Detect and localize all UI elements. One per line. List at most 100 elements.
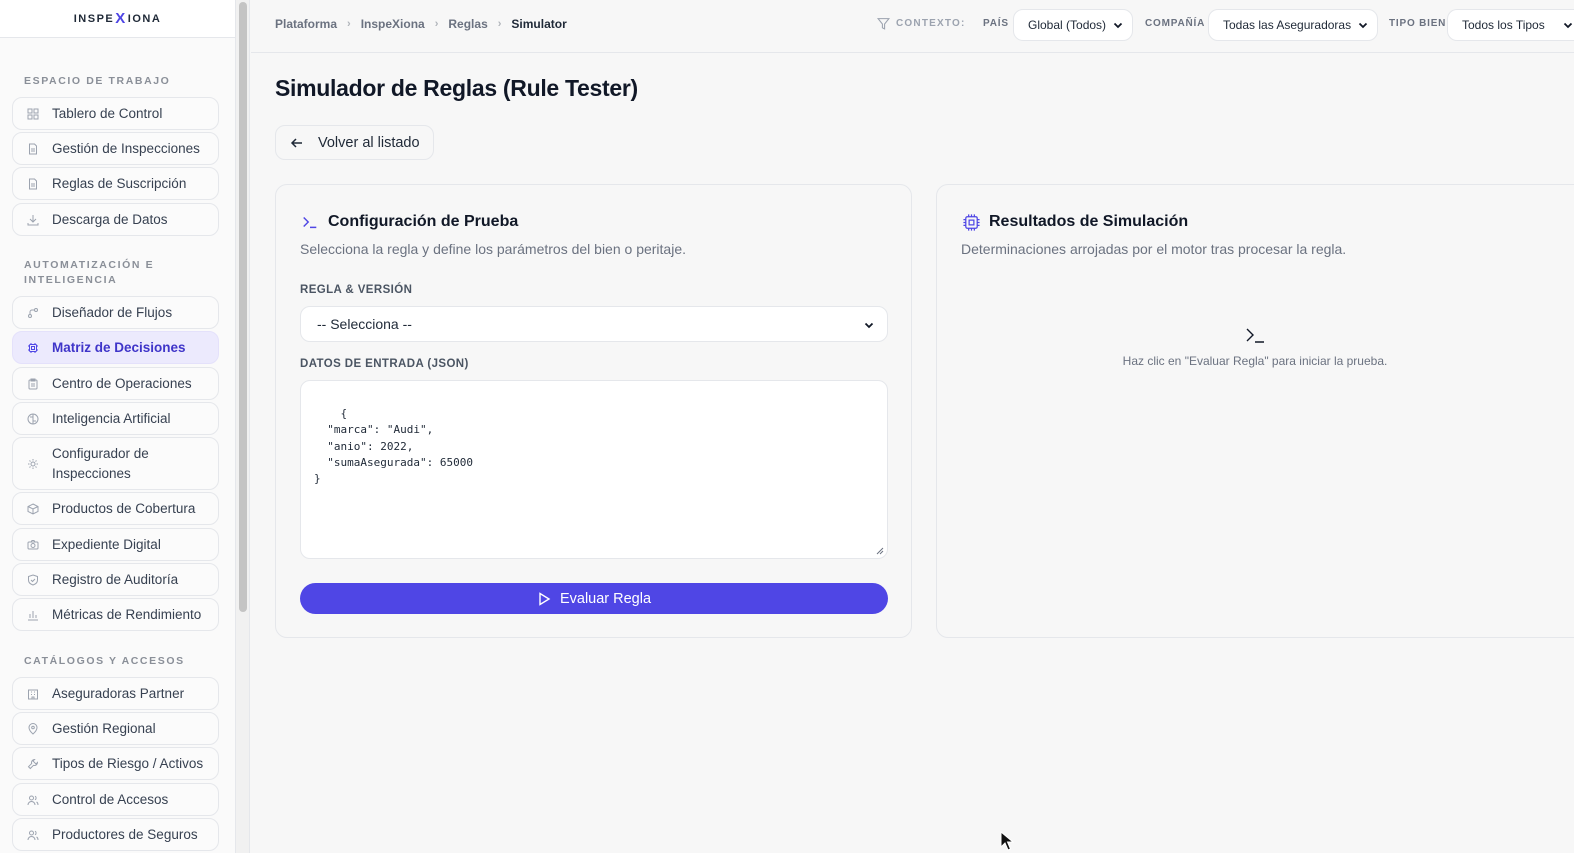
sidebar-item-label: Gestión de Inspecciones — [52, 140, 200, 156]
terminal-icon — [300, 212, 320, 232]
logo[interactable]: INSPE X IONA — [74, 10, 162, 27]
sidebar-item-inspection-configurator[interactable]: Configurador de Inspecciones — [12, 437, 219, 490]
evaluate-rule-label: Evaluar Regla — [559, 590, 652, 607]
sidebar: INSPE X IONA ESPACIO DE TRABAJO Tablero de… — [0, 0, 236, 853]
sidebar-item-label: Reglas de Suscripción — [52, 175, 187, 191]
play-icon — [539, 591, 551, 606]
section-title-catalogs: CATÁLOGOS Y ACCESOS — [24, 655, 185, 667]
filter-company-label: COMPAÑÍA — [1145, 18, 1206, 29]
sidebar-item-label: Inteligencia Artificial — [52, 410, 171, 426]
brain-icon — [27, 413, 39, 425]
gear-icon — [27, 458, 39, 470]
users-icon — [27, 794, 39, 806]
page-title: Simulador de Reglas (Rule Tester) — [275, 75, 638, 101]
rule-version-value: -- Selecciona -- — [317, 316, 412, 332]
sidebar-item-insurance-producers[interactable]: Productores de Seguros — [12, 818, 219, 851]
breadcrumb-current: Simulator — [511, 17, 567, 31]
logo-x: X — [115, 10, 127, 27]
context-label: CONTEXTO: — [877, 17, 966, 30]
sidebar-item-performance-metrics[interactable]: Métricas de Rendimiento — [12, 598, 219, 631]
sidebar-item-subscription-rules[interactable]: Reglas de Suscripción — [12, 167, 219, 200]
sidebar-item-label: Matriz de Decisiones — [52, 339, 186, 355]
back-to-list-button[interactable]: Volver al listado — [275, 125, 434, 160]
sidebar-item-label: Métricas de Rendimiento — [52, 606, 202, 622]
terminal-icon — [1246, 328, 1264, 343]
sidebar-item-audit-log[interactable]: Registro de Auditoría — [12, 563, 219, 596]
sidebar-item-dashboard[interactable]: Tablero de Control — [12, 97, 219, 130]
resize-handle-icon[interactable] — [876, 547, 884, 555]
download-icon — [27, 214, 39, 226]
sidebar-item-inspections[interactable]: Gestión de Inspecciones — [12, 132, 219, 165]
sidebar-scrollbar-thumb[interactable] — [239, 2, 247, 612]
logo-text-right: IONA — [127, 12, 162, 25]
filter-company-select[interactable]: Todas las Aseguradoras — [1208, 9, 1378, 41]
filter-type-label: TIPO BIEN — [1389, 18, 1447, 29]
chevron-right-icon: › — [434, 18, 439, 30]
breadcrumb-item[interactable]: Plataforma — [275, 17, 337, 31]
filter-country-label: PAÍS — [983, 18, 1009, 29]
chevron-down-icon — [1563, 22, 1573, 29]
sidebar-item-digital-file[interactable]: Expediente Digital — [12, 528, 219, 561]
sidebar-item-label: Expediente Digital — [52, 536, 161, 552]
sidebar-item-decision-matrix[interactable]: Matriz de Decisiones — [12, 331, 219, 364]
chevron-right-icon: › — [497, 18, 502, 30]
simulation-results-title-text: Resultados de Simulación — [989, 213, 1189, 230]
flow-icon — [27, 307, 39, 319]
sidebar-item-label: Tipos de Riesgo / Activos — [52, 755, 204, 771]
map-pin-icon — [27, 722, 39, 735]
bar-chart-icon — [27, 609, 39, 621]
results-empty-state: Haz clic en "Evaluar Regla" para iniciar… — [937, 325, 1573, 368]
input-data-label: DATOS DE ENTRADA (JSON) — [300, 358, 469, 370]
sidebar-item-data-download[interactable]: Descarga de Datos — [12, 203, 219, 236]
filter-country-select[interactable]: Global (Todos) — [1013, 9, 1133, 41]
logo-bar: INSPE X IONA — [0, 0, 235, 38]
sidebar-item-coverage-products[interactable]: Productos de Cobertura — [12, 492, 219, 525]
filter-type-select[interactable]: Todos los Tipos — [1447, 9, 1574, 41]
breadcrumb-item[interactable]: InspeXiona — [361, 17, 425, 31]
sidebar-item-label: Centro de Operaciones — [52, 375, 192, 391]
sidebar-item-label: Diseñador de Flujos — [52, 304, 173, 320]
sidebar-item-access-control[interactable]: Control de Accesos — [12, 783, 219, 816]
mouse-cursor-icon — [1000, 831, 1014, 851]
chip-icon — [27, 342, 39, 354]
sidebar-item-partner-insurers[interactable]: Aseguradoras Partner — [12, 677, 219, 710]
json-input-value: { "marca": "Audi", "anio": 2022, "sumaAs… — [314, 407, 473, 486]
shield-icon — [27, 573, 39, 586]
sidebar-item-ai[interactable]: Inteligencia Artificial — [12, 402, 219, 435]
sidebar-item-regional-management[interactable]: Gestión Regional — [12, 712, 219, 745]
chevron-right-icon: › — [347, 18, 351, 30]
grid-icon — [27, 108, 39, 120]
sidebar-item-flow-designer[interactable]: Diseñador de Flujos — [12, 296, 219, 329]
evaluate-rule-button[interactable]: Evaluar Regla — [300, 583, 888, 614]
sidebar-item-label: Productores de Seguros — [52, 826, 198, 842]
sidebar-item-label: Productos de Cobertura — [52, 500, 196, 516]
logo-text-left: INSPE — [73, 12, 115, 25]
json-input-textarea[interactable]: { "marca": "Audi", "anio": 2022, "sumaAs… — [300, 380, 888, 559]
sidebar-scrollbar[interactable] — [236, 0, 250, 853]
sidebar-item-label: Control de Accesos — [52, 791, 169, 807]
simulation-results-subtitle: Determinaciones arrojadas por el motor t… — [961, 241, 1347, 257]
test-config-title: Configuración de Prueba — [300, 212, 518, 232]
context-label-text: CONTEXTO: — [896, 18, 966, 29]
building-icon — [27, 688, 39, 700]
document-icon — [27, 178, 39, 190]
rule-version-label: REGLA & VERSIÓN — [300, 284, 413, 296]
simulation-results-card: Resultados de Simulación Determinaciones… — [936, 184, 1574, 638]
sidebar-item-operations-center[interactable]: Centro de Operaciones — [12, 367, 219, 400]
filter-type-value: Todos los Tipos — [1462, 18, 1545, 32]
sidebar-item-risk-types[interactable]: Tipos de Riesgo / Activos — [12, 747, 219, 780]
section-title-automation: AUTOMATIZACIÓN E INTELIGENCIA — [24, 259, 155, 286]
filter-country-value: Global (Todos) — [1028, 18, 1107, 32]
breadcrumb-item[interactable]: Reglas — [448, 17, 487, 31]
results-empty-text: Haz clic en "Evaluar Regla" para iniciar… — [1122, 354, 1388, 368]
chevron-down-icon — [1113, 22, 1123, 29]
sidebar-item-label: Registro de Auditoría — [52, 571, 179, 587]
top-header: Plataforma › InspeXiona › Reglas › Simul… — [251, 0, 1574, 53]
breadcrumb: Plataforma › InspeXiona › Reglas › Simul… — [275, 17, 567, 31]
users-icon — [27, 829, 39, 841]
back-to-list-label: Volver al listado — [318, 134, 420, 151]
box-icon — [27, 502, 39, 515]
rule-version-select[interactable]: -- Selecciona -- — [300, 306, 888, 342]
wrench-icon — [27, 758, 39, 770]
camera-icon — [27, 539, 39, 551]
